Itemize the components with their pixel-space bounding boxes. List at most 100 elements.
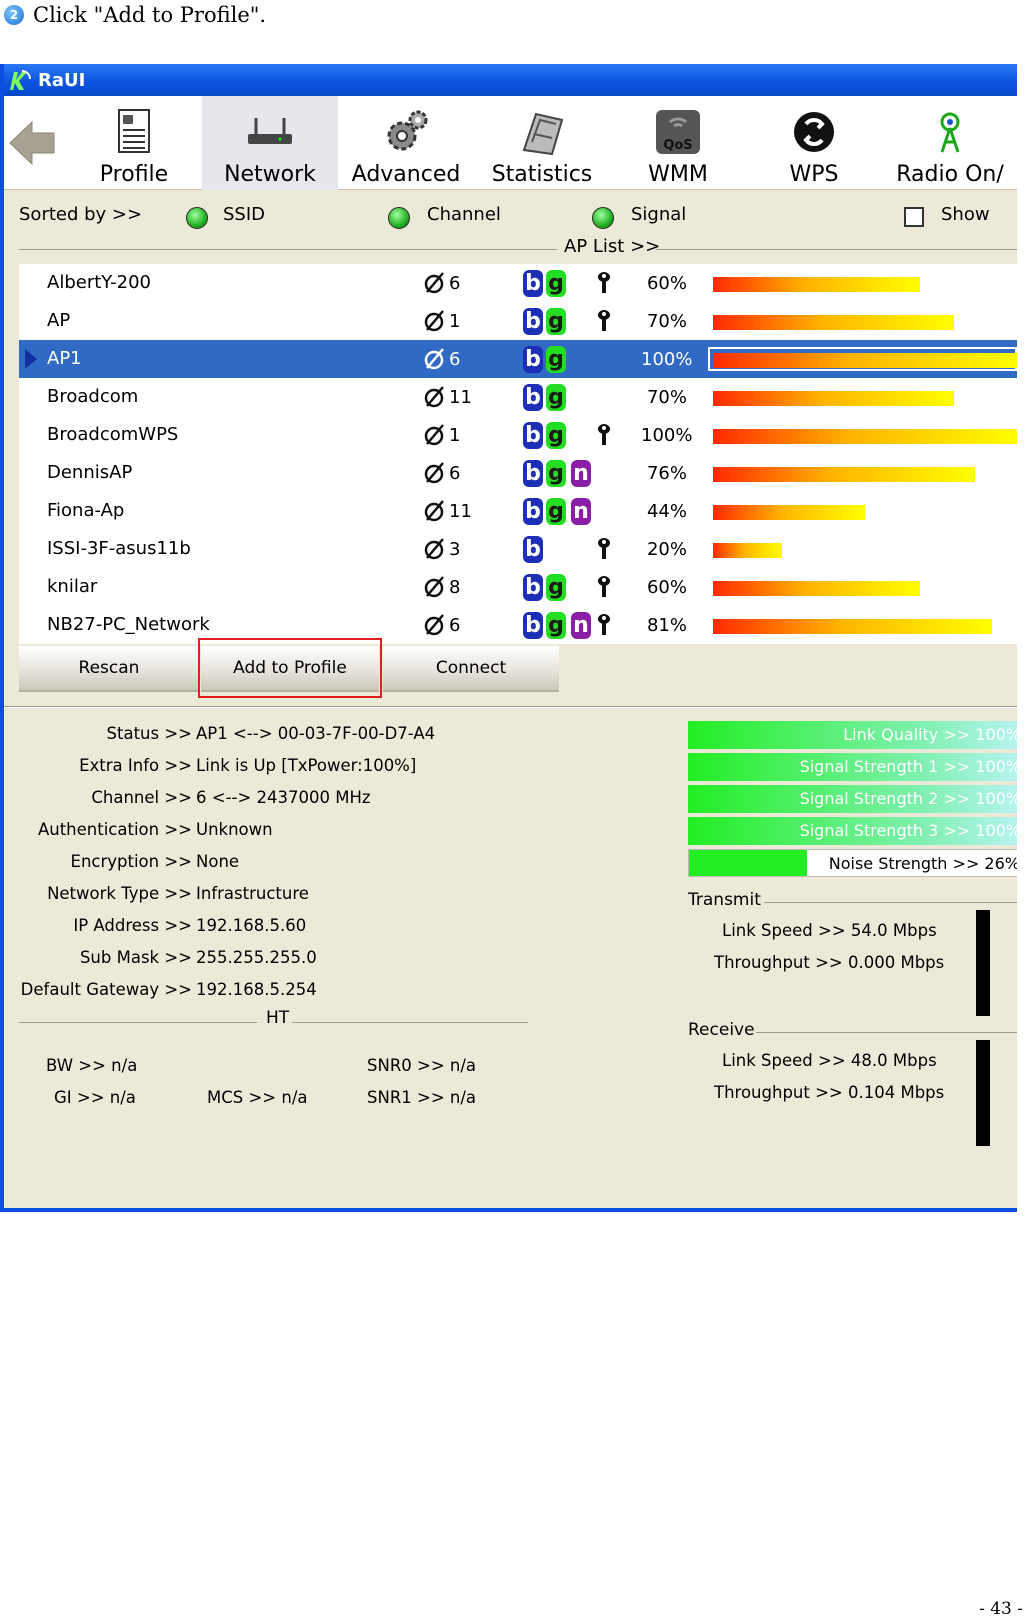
toolbar-profile-button[interactable]: Profile [66,96,202,190]
mode-n-badge: n [571,460,591,487]
encryption-value: None [196,852,240,871]
ap-signal-percent: 44% [646,501,687,522]
ap-signal-percent: 76% [646,463,687,484]
toolbar-wps-label: WPS [789,162,839,187]
toolbar-radio-button[interactable]: Radio On/ [882,96,1017,190]
toolbar-profile-label: Profile [99,162,169,187]
transmit-throughput: Throughput >> 0.000 Mbps [714,953,945,972]
ap-ssid: BroadcomWPS [47,424,179,445]
sort-signal-label: Signal [631,204,687,225]
transmit-title: Transmit [688,890,761,910]
toolbar-network-button[interactable]: Network [202,96,338,190]
ap-ssid: AP1 [47,348,82,369]
sub-mask-value: 255.255.255.0 [196,948,317,967]
mode-g-badge: g [546,270,566,297]
ap-row[interactable]: AlbertY-200 6 b g 60% [19,264,1017,302]
ht-mcs: MCS >> n/a [207,1088,308,1107]
ap-signal-bar [713,353,1017,368]
ip-address-value: 192.168.5.60 [196,916,307,935]
ap-signal-bar [713,391,954,406]
ap-ssid: knilar [47,576,98,597]
security-key-icon [598,272,610,293]
ap-row[interactable]: DennisAP 6 b g n 76% [19,454,1017,492]
security-key-icon [598,424,610,445]
toolbar-wmm-button[interactable]: QoS WMM [610,96,746,190]
ap-signal-percent: 70% [646,311,687,332]
connect-button[interactable]: Connect [383,646,559,692]
ap-signal-percent: 20% [646,539,687,560]
ap-row[interactable]: Broadcom 11 b g 70% [19,378,1017,416]
ap-signal-bar [713,429,1017,444]
back-button[interactable] [8,118,56,168]
extra-info-value: Link is Up [TxPower:100%] [196,756,417,775]
ap-signal-percent: 60% [646,577,687,598]
receive-throughput: Throughput >> 0.104 Mbps [714,1083,945,1102]
signal-strength-3-bar: Signal Strength 3 >> 100% [688,817,1017,845]
wmm-qos-icon: QoS [652,106,704,158]
toolbar-network-label: Network [224,162,316,187]
transmit-separator [764,902,1017,903]
ht-snr1: SNR1 >> n/a [367,1088,477,1107]
ap-ssid: DennisAP [47,462,133,483]
panel-divider [4,706,1017,708]
channel-antenna-icon [424,424,444,446]
mode-b-badge: b [523,422,543,449]
radio-antenna-icon [924,106,976,158]
sort-ssid-radio[interactable] [186,207,208,229]
toolbar-radio-label: Radio On/ [896,162,1004,187]
ap-row[interactable]: NB27-PC_Network 6 b g n 81% [19,606,1017,644]
ap-list-table: AlbertY-200 6 b g 60% AP 1 b g 70% AP1 6 b g 100% Broad… [19,264,1017,644]
mode-b-badge: b [523,612,543,639]
ap-signal-bar [713,581,920,596]
ap-list-separator-right [656,249,1017,250]
mode-g-badge: g [546,574,566,601]
network-type-value: Infrastructure [196,884,309,903]
ap-row[interactable]: knilar 8 b g 60% [19,568,1017,606]
mode-b-badge: b [523,384,543,411]
ht-separator-left [19,1022,257,1023]
sort-signal-radio[interactable] [592,207,614,229]
ap-ssid: AlbertY-200 [47,272,151,293]
sort-row: Sorted by >> SSID Channel Signal Show [4,190,1017,240]
step-caption: 2 Click "Add to Profile". [4,2,266,28]
transmit-graph [976,910,990,1016]
mode-g-badge: g [546,612,566,639]
ap-channel: 6 [449,463,461,484]
ap-row[interactable]: Fiona-Ap 11 b g n 44% [19,492,1017,530]
step-number-badge: 2 [4,5,24,25]
mode-g-badge: g [546,498,566,525]
toolbar-wps-button[interactable]: WPS [746,96,882,190]
toolbar-statistics-button[interactable]: Statistics [474,96,610,190]
mode-n-badge: n [571,498,591,525]
ap-channel: 3 [449,539,461,560]
ht-gi: GI >> n/a [54,1088,136,1107]
show-checkbox[interactable] [904,207,924,227]
transmit-link-speed: Link Speed >> 54.0 Mbps [722,921,937,940]
receive-separator [756,1032,1017,1033]
link-quality-bar: Link Quality >> 100% [688,721,1017,749]
ap-channel: 6 [449,615,461,636]
sort-channel-radio[interactable] [388,207,410,229]
add-to-profile-highlight [198,638,382,698]
ap-signal-bar [713,543,782,558]
ap-channel: 6 [449,273,461,294]
security-key-icon [598,576,610,597]
ap-row[interactable]: AP1 6 b g 100% [19,340,1017,378]
ht-separator-right [292,1022,528,1023]
toolbar-advanced-button[interactable]: Advanced [338,96,474,190]
ap-row[interactable]: BroadcomWPS 1 b g 100% [19,416,1017,454]
title-bar[interactable]: RaUI [4,64,1017,96]
sort-ssid-label: SSID [223,204,266,225]
mode-b-badge: b [523,346,543,373]
ap-row[interactable]: ISSI-3F-asus11b 3 b 20% [19,530,1017,568]
mode-b-badge: b [523,460,543,487]
ap-ssid: NB27-PC_Network [47,614,210,635]
sorted-by-label: Sorted by >> [19,204,143,225]
rescan-button[interactable]: Rescan [19,646,199,692]
ap-row[interactable]: AP 1 b g 70% [19,302,1017,340]
ap-channel: 11 [449,501,472,522]
security-key-icon [598,614,610,635]
window-title: RaUI [38,69,86,91]
ht-snr0: SNR0 >> n/a [367,1056,477,1075]
status-value: AP1 <--> 00-03-7F-00-D7-A4 [196,724,436,743]
